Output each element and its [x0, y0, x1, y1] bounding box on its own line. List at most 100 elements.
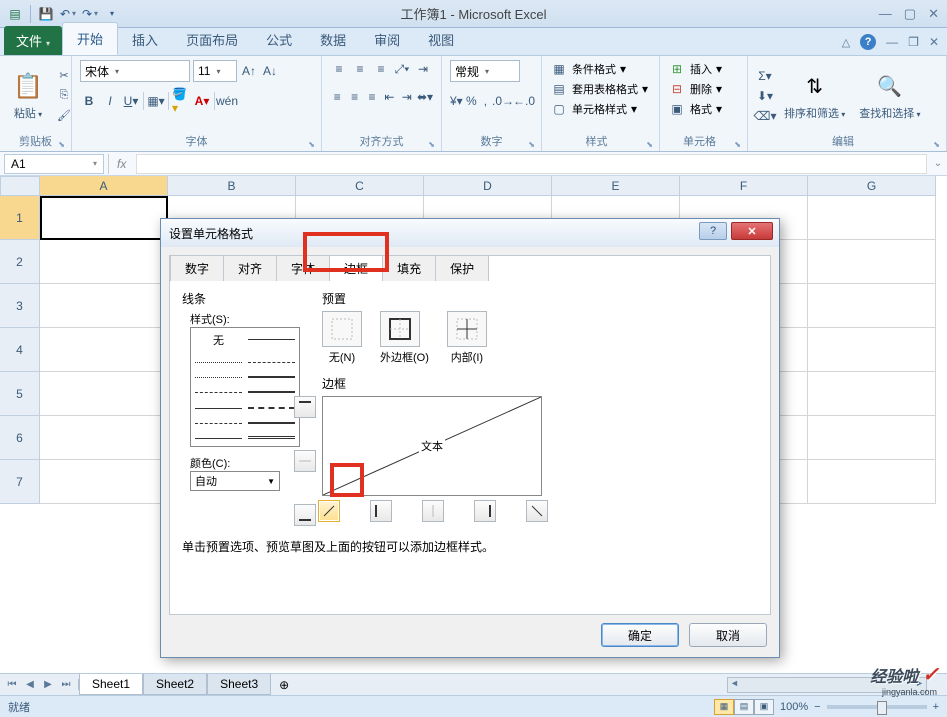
orientation-icon[interactable]: ⤢▾ — [393, 60, 411, 78]
help-icon[interactable]: ? — [860, 34, 876, 50]
cell[interactable] — [40, 240, 168, 284]
style-none[interactable]: 无 — [195, 332, 242, 351]
sheet-nav-next-icon[interactable]: ▶ — [40, 679, 56, 690]
line-style[interactable] — [195, 355, 242, 363]
autosum-icon[interactable]: Σ▾ — [756, 67, 774, 85]
line-style[interactable] — [195, 416, 242, 424]
line-style[interactable] — [248, 355, 295, 363]
border-right-button[interactable] — [474, 500, 496, 522]
table-format-button[interactable]: ▤套用表格格式▾ — [550, 80, 651, 98]
formula-bar-expand-icon[interactable]: ⌄ — [929, 158, 947, 169]
row-header[interactable]: 3 — [0, 284, 40, 328]
column-header[interactable]: F — [680, 176, 808, 196]
align-right-icon[interactable]: ≡ — [365, 88, 379, 106]
border-left-button[interactable] — [370, 500, 392, 522]
preset-inside-button[interactable]: 内部(I) — [447, 311, 487, 365]
line-style[interactable] — [248, 385, 295, 393]
border-bottom-button[interactable] — [294, 504, 316, 526]
cell-a1[interactable] — [40, 196, 168, 240]
cell[interactable] — [40, 416, 168, 460]
formula-input[interactable] — [136, 154, 927, 174]
dialog-close-button[interactable]: ✕ — [731, 222, 773, 240]
tab-insert[interactable]: 插入 — [118, 24, 172, 55]
row-header[interactable]: 6 — [0, 416, 40, 460]
align-middle-icon[interactable]: ≡ — [351, 60, 369, 78]
minimize-ribbon-icon[interactable]: △ — [842, 36, 850, 49]
dialog-help-button[interactable]: ? — [699, 222, 727, 240]
phonetic-icon[interactable]: wén — [218, 92, 236, 110]
tab-formulas[interactable]: 公式 — [252, 24, 306, 55]
dialog-tab-font[interactable]: 字体 — [276, 255, 330, 281]
zoom-slider[interactable] — [827, 705, 927, 709]
fx-label[interactable]: fx — [108, 154, 134, 174]
dialog-tab-number[interactable]: 数字 — [170, 255, 224, 281]
line-style[interactable] — [248, 401, 295, 409]
line-color-select[interactable]: 自动 — [190, 471, 280, 491]
preset-none-button[interactable]: 无(N) — [322, 311, 362, 365]
doc-close-icon[interactable]: ✕ — [929, 35, 939, 49]
sheet-nav-first-icon[interactable]: ⏮ — [4, 679, 20, 690]
line-style[interactable] — [248, 332, 295, 340]
cell[interactable] — [808, 284, 936, 328]
merge-icon[interactable]: ⬌▾ — [417, 88, 433, 106]
row-header[interactable]: 4 — [0, 328, 40, 372]
name-box[interactable]: A1 — [4, 154, 104, 174]
font-color-icon[interactable]: A▾ — [193, 92, 211, 110]
comma-icon[interactable]: , — [480, 92, 491, 110]
zoom-out-icon[interactable]: − — [814, 701, 820, 713]
copy-icon[interactable]: ⎘ — [54, 87, 74, 105]
line-style[interactable] — [248, 416, 295, 424]
bold-icon[interactable]: B — [80, 92, 98, 110]
fill-icon[interactable]: ⬇▾ — [756, 87, 774, 105]
paste-button[interactable]: 📋 粘贴 — [8, 69, 48, 123]
select-all-corner[interactable] — [0, 176, 40, 196]
new-sheet-icon[interactable]: ⊕ — [271, 675, 297, 695]
undo-icon[interactable]: ↶ — [59, 5, 77, 23]
indent-dec-icon[interactable]: ⇤ — [382, 88, 396, 106]
redo-icon[interactable]: ↷ — [81, 5, 99, 23]
indent-inc-icon[interactable]: ⇥ — [400, 88, 414, 106]
view-normal-icon[interactable]: ▦ — [714, 699, 734, 715]
column-header[interactable]: G — [808, 176, 936, 196]
wrap-text-icon[interactable]: ⇥ — [414, 60, 432, 78]
row-header[interactable]: 1 — [0, 196, 40, 240]
find-select-button[interactable]: 🔍 查找和选择 — [855, 69, 924, 123]
file-tab[interactable]: 文件 — [4, 26, 62, 55]
italic-icon[interactable]: I — [101, 92, 119, 110]
sheet-tab[interactable]: Sheet2 — [143, 674, 207, 695]
dialog-tab-fill[interactable]: 填充 — [382, 255, 436, 281]
border-top-button[interactable] — [294, 396, 316, 418]
line-style[interactable] — [195, 370, 242, 378]
tab-data[interactable]: 数据 — [306, 24, 360, 55]
tab-home[interactable]: 开始 — [62, 22, 118, 55]
row-header[interactable]: 7 — [0, 460, 40, 504]
conditional-format-button[interactable]: ▦条件格式▾ — [550, 60, 651, 78]
qat-customize-icon[interactable]: ▾ — [103, 5, 121, 23]
delete-cells-button[interactable]: ⊟删除▾ — [668, 80, 739, 98]
align-top-icon[interactable]: ≡ — [330, 60, 348, 78]
doc-restore-icon[interactable]: ❐ — [908, 35, 919, 49]
tab-view[interactable]: 视图 — [414, 24, 468, 55]
border-diagonal-up-button[interactable] — [318, 500, 340, 522]
sheet-nav-last-icon[interactable]: ⏭ — [58, 679, 74, 690]
cell[interactable] — [808, 240, 936, 284]
sheet-nav-prev-icon[interactable]: ◀ — [22, 679, 38, 690]
line-style[interactable] — [195, 431, 242, 439]
view-page-layout-icon[interactable]: ▤ — [734, 699, 754, 715]
cell[interactable] — [40, 372, 168, 416]
cell[interactable] — [40, 284, 168, 328]
percent-icon[interactable]: % — [466, 92, 477, 110]
cell[interactable] — [808, 416, 936, 460]
save-icon[interactable]: 💾 — [37, 5, 55, 23]
cell[interactable] — [40, 328, 168, 372]
column-header[interactable]: B — [168, 176, 296, 196]
row-header[interactable]: 2 — [0, 240, 40, 284]
line-style[interactable] — [195, 385, 242, 393]
underline-icon[interactable]: U▾ — [122, 92, 140, 110]
line-style[interactable] — [248, 370, 295, 378]
preset-outline-button[interactable]: 外边框(O) — [380, 311, 429, 365]
ok-button[interactable]: 确定 — [601, 623, 679, 647]
increase-font-icon[interactable]: A↑ — [240, 62, 258, 80]
line-style-list[interactable]: 无 — [190, 327, 300, 447]
format-cells-button[interactable]: ▣格式▾ — [668, 100, 739, 118]
